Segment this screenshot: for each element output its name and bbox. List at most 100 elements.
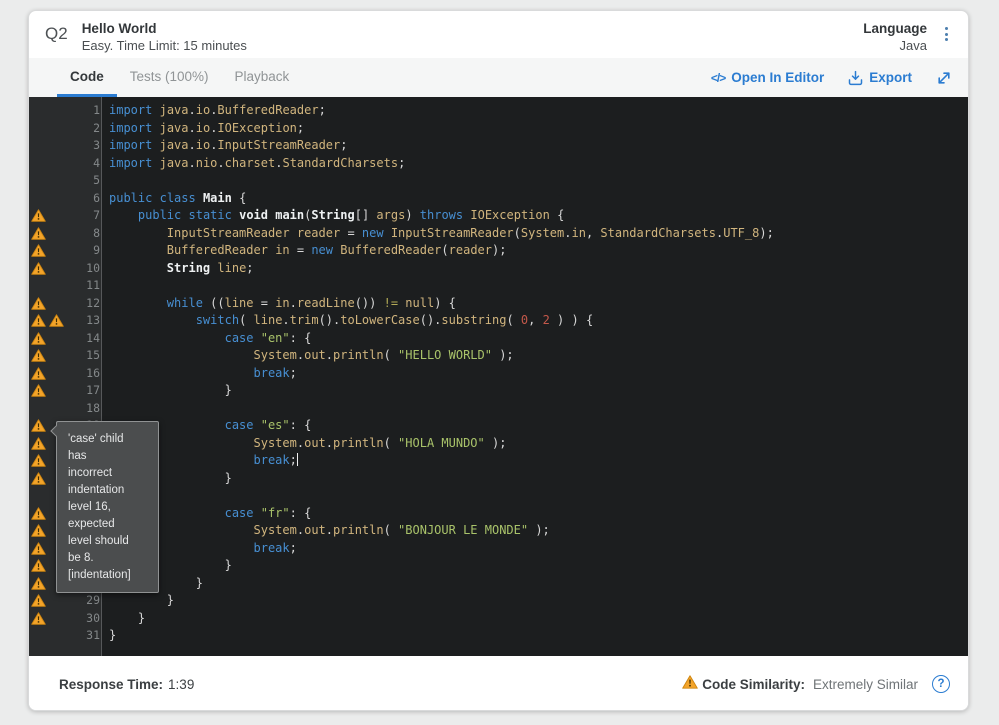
export-button[interactable]: Export	[848, 70, 912, 86]
code-line: 15 System.out.println( "HELLO WORLD" );	[29, 347, 968, 365]
gutter-warning-icons	[29, 102, 75, 120]
code-text[interactable]: }	[100, 610, 145, 628]
code-text[interactable]	[100, 172, 109, 190]
line-number: 15	[75, 347, 100, 365]
code-text[interactable]: BufferedReader in = new BufferedReader(r…	[100, 242, 506, 260]
code-line: 31}	[29, 627, 968, 645]
code-text[interactable]: public class Main {	[100, 190, 246, 208]
code-text[interactable]: import java.io.BufferedReader;	[100, 102, 326, 120]
line-number: 11	[75, 277, 100, 295]
code-text[interactable]: }	[100, 382, 232, 400]
line-number: 4	[75, 155, 100, 173]
gutter-warning-icons	[29, 137, 75, 155]
code-line: 2import java.io.IOException;	[29, 120, 968, 138]
line-number: 6	[75, 190, 100, 208]
code-brackets-icon: </>	[711, 71, 725, 85]
gutter-warning-icons	[29, 190, 75, 208]
line-number: 10	[75, 260, 100, 278]
code-text[interactable]: import java.nio.charset.StandardCharsets…	[100, 155, 405, 173]
code-line: 18	[29, 400, 968, 418]
code-line: 6public class Main {	[29, 190, 968, 208]
code-text[interactable]: System.out.println( "HELLO WORLD" );	[100, 347, 514, 365]
code-text[interactable]	[100, 277, 109, 295]
export-label: Export	[869, 70, 912, 85]
code-line: 10 String line;	[29, 260, 968, 278]
code-line: 14 case "en": {	[29, 330, 968, 348]
code-text[interactable]: break;	[100, 365, 297, 383]
code-text[interactable]: String line;	[100, 260, 254, 278]
gutter-warning-icons	[29, 120, 75, 138]
response-time-label: Response Time:	[59, 677, 163, 692]
question-number: Q2	[45, 24, 68, 44]
gutter-warning-icons[interactable]	[29, 592, 75, 610]
code-line: 24 case "fr": {	[29, 505, 968, 523]
code-similarity-value: Extremely Similar	[813, 677, 918, 692]
tooltip-line: [indentation]	[68, 567, 152, 584]
code-text[interactable]: import java.io.InputStreamReader;	[100, 137, 347, 155]
question-subtitle: Easy. Time Limit: 15 minutes	[82, 37, 247, 54]
code-line: 9 BufferedReader in = new BufferedReader…	[29, 242, 968, 260]
code-line: 13 switch( line.trim().toLowerCase().sub…	[29, 312, 968, 330]
code-lines: 1import java.io.BufferedReader;2import j…	[29, 102, 968, 645]
text-cursor	[297, 453, 299, 466]
tab-playback[interactable]: Playback	[222, 58, 303, 97]
gutter-warning-icons[interactable]	[29, 610, 75, 628]
kebab-menu-icon[interactable]	[939, 20, 954, 48]
language-block: Language Java	[863, 20, 927, 54]
tooltip-line: be 8.	[68, 550, 152, 567]
code-text[interactable]	[100, 400, 109, 418]
footer: Response Time: 1:39 Code Similarity: Ext…	[29, 656, 968, 711]
gutter-warning-icons[interactable]	[29, 365, 75, 383]
code-text[interactable]: }	[100, 627, 116, 645]
gutter-warning-icons[interactable]	[29, 260, 75, 278]
gutter-warning-icons[interactable]	[29, 207, 75, 225]
expand-diagonal-icon[interactable]	[936, 70, 952, 86]
tab-tests-100[interactable]: Tests (100%)	[117, 58, 222, 97]
tab-code[interactable]: Code	[57, 58, 117, 97]
code-line: 19 case "es": {	[29, 417, 968, 435]
code-text[interactable]: System.out.println( "HOLA MUNDO" );	[100, 435, 506, 453]
language-label: Language	[863, 20, 927, 37]
download-icon	[848, 70, 863, 86]
gutter-warning-icons[interactable]	[29, 225, 75, 243]
gutter-warning-icons[interactable]	[29, 312, 75, 330]
code-similarity: Code Similarity: Extremely Similar	[682, 675, 918, 694]
code-text[interactable]: while ((line = in.readLine()) != null) {	[100, 295, 456, 313]
gutter-warning-icons	[29, 172, 75, 190]
tooltip-line: level should	[68, 533, 152, 550]
line-number: 8	[75, 225, 100, 243]
code-line: 11	[29, 277, 968, 295]
help-icon[interactable]: ?	[932, 675, 950, 693]
code-text[interactable]: }	[100, 592, 174, 610]
open-in-editor-button[interactable]: </> Open In Editor	[711, 70, 824, 85]
gutter-warning-icons[interactable]	[29, 242, 75, 260]
line-number: 7	[75, 207, 100, 225]
code-line: 30 }	[29, 610, 968, 628]
code-line: 28 }	[29, 575, 968, 593]
gutter-warning-icons[interactable]	[29, 330, 75, 348]
tooltip-line: has	[68, 448, 152, 465]
code-line: 16 break;	[29, 365, 968, 383]
code-text[interactable]: public static void main(String[] args) t…	[100, 207, 564, 225]
code-text[interactable]: case "en": {	[100, 330, 311, 348]
gutter-warning-icons[interactable]	[29, 295, 75, 313]
line-number: 3	[75, 137, 100, 155]
line-number: 16	[75, 365, 100, 383]
line-number: 2	[75, 120, 100, 138]
code-text[interactable]: InputStreamReader reader = new InputStre…	[100, 225, 774, 243]
gutter-warning-icons	[29, 627, 75, 645]
code-text[interactable]: import java.io.IOException;	[100, 120, 304, 138]
code-line: 26 break;	[29, 540, 968, 558]
line-number: 30	[75, 610, 100, 628]
line-number: 18	[75, 400, 100, 418]
gutter-warning-icons[interactable]	[29, 347, 75, 365]
code-line: 1import java.io.BufferedReader;	[29, 102, 968, 120]
code-text[interactable]: switch( line.trim().toLowerCase().substr…	[100, 312, 593, 330]
code-editor[interactable]: 1import java.io.BufferedReader;2import j…	[29, 97, 968, 656]
code-text[interactable]: System.out.println( "BONJOUR LE MONDE" )…	[100, 522, 550, 540]
gutter-warning-icons[interactable]	[29, 382, 75, 400]
code-line: 27 }	[29, 557, 968, 575]
open-in-editor-label: Open In Editor	[731, 70, 824, 85]
tooltip-line: incorrect	[68, 465, 152, 482]
toolbar-actions: </> Open In Editor Export	[711, 58, 952, 97]
